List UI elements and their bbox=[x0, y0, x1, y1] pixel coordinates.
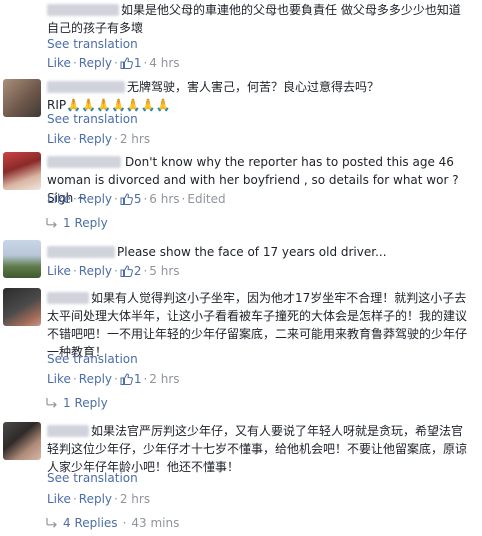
reply-button[interactable]: Reply bbox=[79, 492, 112, 506]
comment-text: 如果法官严厉判这少年仔，又有人要说了年轻人呀就是贪玩，希望法官轻判这位少年仔，少… bbox=[47, 424, 468, 474]
separator: · bbox=[114, 264, 118, 278]
replies-count: 1 Reply bbox=[63, 396, 108, 410]
separator: · bbox=[72, 192, 77, 206]
replies-timestamp: 43 mins bbox=[131, 516, 180, 530]
reply-button[interactable]: Reply bbox=[79, 56, 112, 70]
view-replies-link[interactable]: 1 Reply bbox=[46, 216, 108, 230]
comment-text: Please show the face of 17 years old dri… bbox=[117, 245, 387, 259]
comment-text: 如果有人觉得判这小子坐牢，因为他才17岁坐牢不合理！就判这小子去太平间处理大体半… bbox=[47, 291, 468, 359]
reply-button[interactable]: Reply bbox=[79, 192, 112, 206]
thumbs-up-icon bbox=[120, 193, 133, 205]
comment-actions: Like · Reply · 2 · 5 hrs bbox=[47, 264, 180, 278]
like-button[interactable]: Like bbox=[47, 56, 71, 70]
timestamp[interactable]: 2 hrs bbox=[120, 492, 150, 506]
separator: · bbox=[114, 492, 118, 506]
thumbs-up-icon bbox=[120, 57, 133, 69]
view-replies-link[interactable]: 4 Replies · 43 mins bbox=[46, 516, 179, 530]
reply-button[interactable]: Reply bbox=[79, 372, 112, 386]
edited-label[interactable]: Edited bbox=[187, 192, 225, 206]
like-count[interactable]: 1 bbox=[120, 56, 141, 70]
timestamp[interactable]: 2 hrs bbox=[149, 372, 179, 386]
separator: · bbox=[114, 372, 118, 386]
like-count[interactable]: 1 bbox=[120, 372, 141, 386]
separator: · bbox=[114, 56, 118, 70]
separator: · bbox=[72, 56, 77, 70]
replies-count: 1 Reply bbox=[63, 216, 108, 230]
separator: · bbox=[72, 492, 77, 506]
see-translation-link[interactable]: See translation bbox=[47, 471, 138, 485]
like-button[interactable]: Like bbox=[47, 192, 71, 206]
reply-arrow-icon bbox=[46, 518, 57, 528]
see-translation-link[interactable]: See translation bbox=[47, 112, 138, 126]
comment-text: 无牌驾驶，害人害己，何苦？良心过意得去吗？ RIP🙏🙏🙏🙏🙏🙏🙏 bbox=[47, 80, 380, 112]
see-translation-link[interactable]: See translation bbox=[47, 352, 138, 366]
separator: · bbox=[114, 132, 118, 146]
avatar[interactable] bbox=[3, 288, 41, 326]
comment-actions: Like · Reply · 2 hrs bbox=[47, 132, 150, 146]
avatar[interactable] bbox=[3, 240, 41, 278]
reply-arrow-icon bbox=[46, 218, 57, 228]
reply-button[interactable]: Reply bbox=[79, 132, 112, 146]
separator: · bbox=[72, 372, 77, 386]
timestamp[interactable]: 5 hrs bbox=[149, 264, 179, 278]
avatar[interactable] bbox=[3, 152, 41, 190]
like-count[interactable]: 2 bbox=[120, 264, 141, 278]
like-button[interactable]: Like bbox=[47, 132, 71, 146]
like-count[interactable]: 5 bbox=[120, 192, 141, 206]
reply-arrow-icon bbox=[46, 398, 57, 408]
comment-text: 如果是他父母的車連他的父母也要負責任 做父母多多少少也知道自己的孩子有多壞 bbox=[47, 3, 461, 35]
separator: · bbox=[72, 132, 77, 146]
view-replies-link[interactable]: 1 Reply bbox=[46, 396, 108, 410]
separator: · bbox=[72, 264, 77, 278]
replies-count: 4 Replies bbox=[63, 516, 118, 530]
comment-actions: Like · Reply · 2 hrs bbox=[47, 492, 150, 506]
avatar[interactable] bbox=[3, 2, 41, 40]
timestamp[interactable]: 6 hrs bbox=[149, 192, 179, 206]
timestamp[interactable]: 4 hrs bbox=[149, 56, 179, 70]
avatar[interactable] bbox=[3, 422, 41, 460]
separator: · bbox=[114, 192, 118, 206]
like-button[interactable]: Like bbox=[47, 264, 71, 278]
separator: · bbox=[122, 516, 127, 530]
thumbs-up-icon bbox=[120, 265, 133, 277]
see-translation-link[interactable]: See translation bbox=[47, 37, 138, 51]
thumbs-up-icon bbox=[120, 373, 133, 385]
like-button[interactable]: Like bbox=[47, 372, 71, 386]
comment-actions: Like · Reply · 1 · 4 hrs bbox=[47, 56, 180, 70]
like-button[interactable]: Like bbox=[47, 492, 71, 506]
comment-actions: Like · Reply · 1 · 2 hrs bbox=[47, 372, 180, 386]
timestamp[interactable]: 2 hrs bbox=[120, 132, 150, 146]
avatar[interactable] bbox=[3, 79, 41, 117]
comment-actions: Like · Reply · 5 · 6 hrs · Edited bbox=[47, 192, 226, 206]
reply-button[interactable]: Reply bbox=[79, 264, 112, 278]
